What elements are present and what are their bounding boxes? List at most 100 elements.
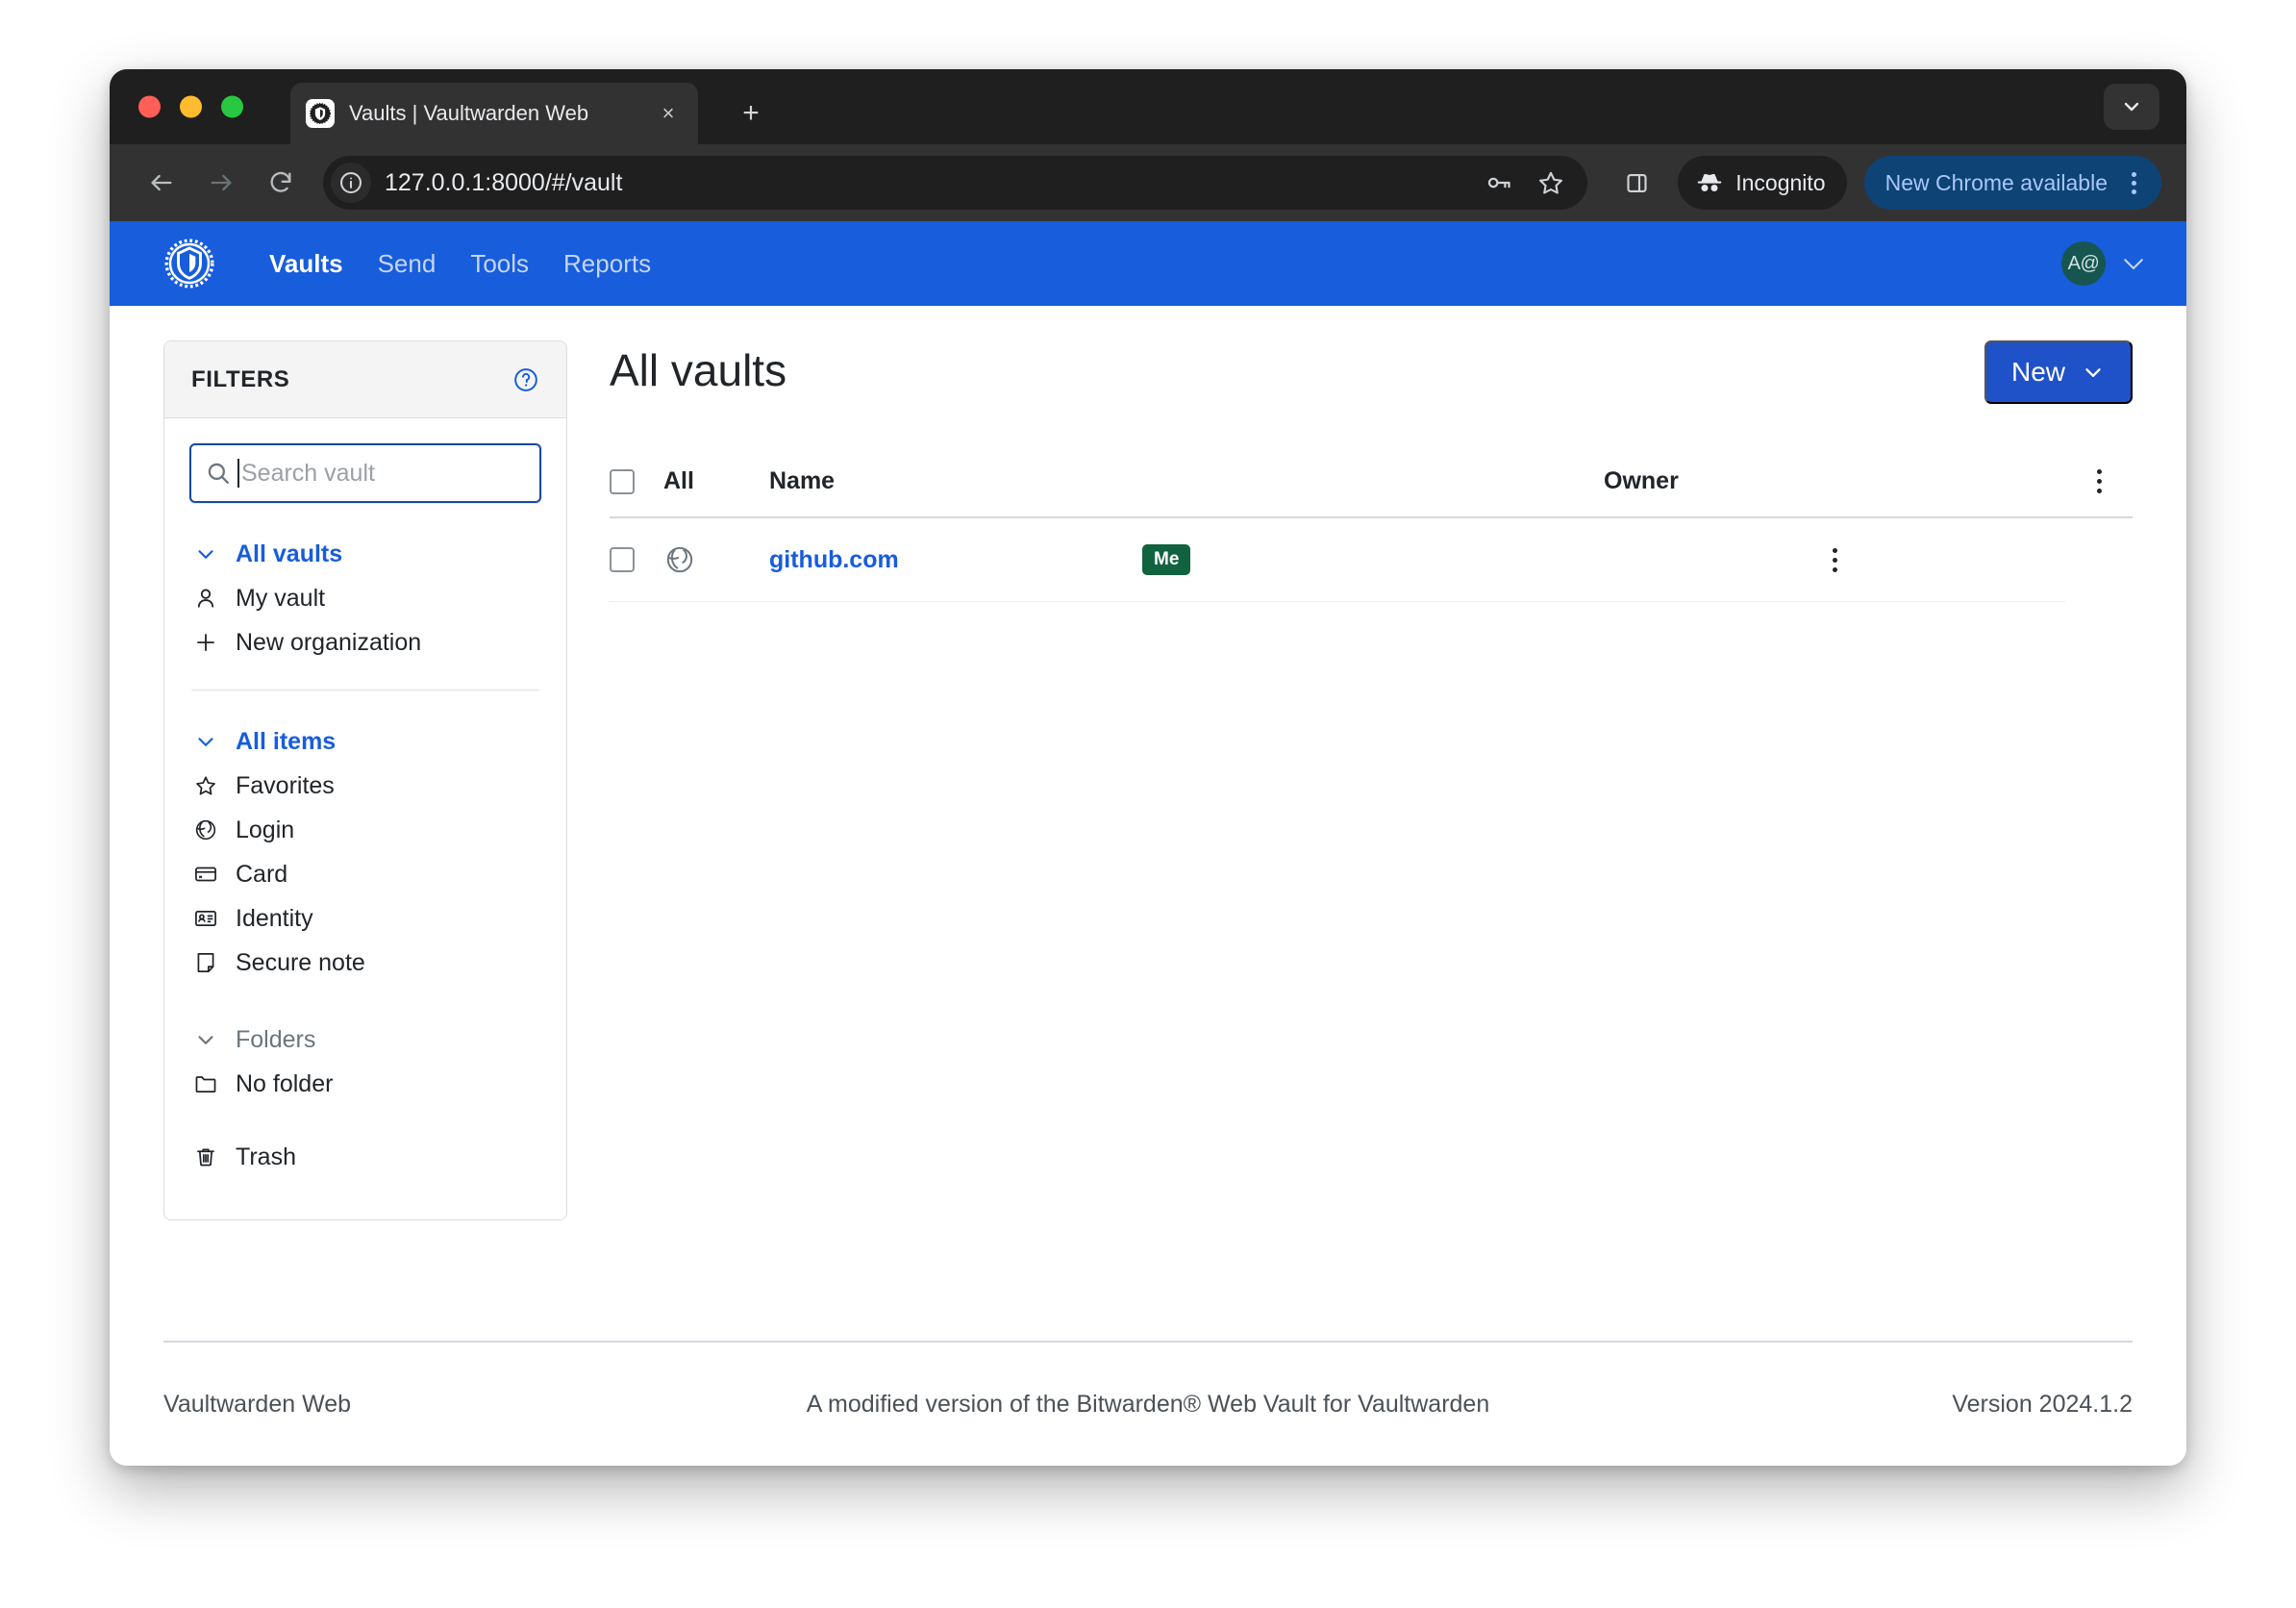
header-name-label[interactable]: Name (769, 467, 1604, 518)
window-traffic-lights (138, 95, 243, 118)
header-select-all-cell (610, 467, 663, 518)
browser-tab-title: Vaults | Vaultwarden Web (349, 101, 589, 125)
filter-label-my-vault: My vault (236, 584, 326, 612)
filter-item-favorites[interactable]: Favorites (189, 764, 541, 808)
row-type-icon-cell (663, 517, 769, 602)
app-nav-links: Vaults Send Tools Reports (252, 239, 668, 289)
row-checkbox[interactable] (610, 547, 635, 572)
incognito-hat-icon (1697, 173, 1722, 191)
incognito-indicator[interactable]: Incognito (1678, 156, 1847, 210)
chrome-update-button[interactable]: New Chrome available (1863, 156, 2161, 210)
side-panel-icon (1627, 173, 1647, 192)
footer-description: A modified version of the Bitwarden® Web… (806, 1390, 1490, 1418)
forward-button[interactable] (194, 156, 248, 210)
new-item-button[interactable]: New (1984, 340, 2133, 404)
filter-item-identity[interactable]: Identity (189, 896, 541, 941)
filter-header-all-items[interactable]: All items (189, 719, 541, 764)
close-window-dot[interactable] (138, 95, 161, 118)
card-icon (191, 862, 220, 887)
chevron-down-icon (2124, 102, 2139, 112)
help-circle-icon[interactable] (512, 366, 539, 393)
filter-item-my-vault[interactable]: My vault (189, 576, 541, 620)
back-arrow-icon (151, 174, 172, 191)
footer-version: Version 2024.1.2 (1952, 1390, 2133, 1418)
nav-link-vaults[interactable]: Vaults (252, 239, 361, 289)
zoom-window-dot[interactable] (221, 95, 243, 118)
header-options-cell (2065, 467, 2133, 518)
browser-toolbar: 127.0.0.1:8000/#/vault Incognito New Chr… (110, 144, 2186, 221)
filter-item-card[interactable]: Card (189, 852, 541, 896)
browser-window: Vaults | Vaultwarden Web × + 127.0.0.1:8… (110, 69, 2186, 1466)
status-badge: Me (1142, 544, 1191, 575)
browser-tab[interactable]: Vaults | Vaultwarden Web × (290, 83, 698, 144)
account-chevron-down-icon (2124, 259, 2143, 270)
search-icon (205, 460, 232, 487)
vault-table-body: github.com Me (610, 517, 2133, 602)
header-owner-label[interactable]: Owner (1604, 467, 2065, 518)
note-icon (191, 950, 220, 975)
nav-link-tools[interactable]: Tools (453, 239, 546, 289)
row-name-cell: github.com (769, 517, 1142, 602)
filter-label-no-folder: No folder (236, 1069, 334, 1097)
back-button[interactable] (135, 156, 188, 210)
filters-title: FILTERS (191, 365, 290, 392)
browser-tab-strip: Vaults | Vaultwarden Web × + (110, 69, 2186, 144)
reload-button[interactable] (254, 156, 308, 210)
filter-item-secure-note[interactable]: Secure note (189, 941, 541, 985)
filter-label-all-items: All items (236, 727, 337, 755)
browser-menu-kebab-icon[interactable] (2115, 162, 2152, 204)
bookmark-star-icon[interactable] (1528, 160, 1574, 206)
filter-item-login[interactable]: Login (189, 808, 541, 852)
vault-item-link-github[interactable]: github.com (769, 546, 899, 573)
filters-body: Search vault All vaults My vault New org… (164, 418, 566, 1219)
folder-icon (191, 1071, 220, 1096)
close-tab-icon[interactable]: × (652, 97, 685, 130)
page-title: All vaults (610, 345, 787, 395)
table-row[interactable]: github.com Me (610, 517, 2133, 602)
row-options-kebab-icon[interactable] (1604, 547, 2065, 572)
chevron-down-icon (2085, 368, 2101, 377)
site-info-icon[interactable] (331, 163, 371, 203)
filter-group-trash: Trash (189, 1135, 541, 1179)
chevron-down-icon (191, 1027, 220, 1052)
filter-label-trash: Trash (236, 1143, 296, 1170)
forward-arrow-icon (211, 174, 232, 191)
filter-item-trash[interactable]: Trash (189, 1135, 541, 1179)
chrome-update-label: New Chrome available (1884, 169, 2108, 195)
search-input-placeholder: Search vault (241, 459, 375, 487)
side-panel-button[interactable] (1612, 159, 1660, 207)
filter-group-folders: Folders No folder (189, 1018, 541, 1106)
minimize-window-dot[interactable] (180, 95, 202, 118)
table-options-kebab-icon[interactable] (2065, 469, 2133, 493)
new-tab-button[interactable]: + (730, 92, 772, 135)
address-bar[interactable]: 127.0.0.1:8000/#/vault (323, 156, 1588, 210)
identity-icon (191, 906, 220, 931)
vaultwarden-favicon-icon (306, 99, 335, 128)
text-cursor (237, 459, 239, 488)
globe-icon (663, 543, 769, 576)
omnibox-actions (1476, 160, 1574, 206)
filter-item-new-organization[interactable]: New organization (189, 620, 541, 665)
filter-group-vaults: All vaults My vault New organization (189, 532, 541, 665)
table-header-row: All Name Owner (610, 467, 2133, 518)
vault-table-head: All Name Owner (610, 467, 2133, 518)
header-all-label: All (663, 467, 769, 518)
reload-icon (270, 171, 291, 192)
nav-link-reports[interactable]: Reports (546, 239, 668, 289)
page-footer: Vaultwarden Web A modified version of th… (163, 1341, 2133, 1466)
filter-header-all-vaults[interactable]: All vaults (189, 532, 541, 576)
vault-items-table: All Name Owner github.com Me (610, 467, 2133, 602)
select-all-checkbox[interactable] (610, 468, 635, 494)
filter-label-identity: Identity (236, 904, 313, 932)
password-manager-key-icon[interactable] (1476, 160, 1522, 206)
vaultwarden-logo-icon[interactable] (163, 238, 215, 289)
account-menu[interactable]: A@ (2061, 241, 2148, 286)
search-vault-field[interactable]: Search vault (189, 443, 541, 503)
nav-link-send[interactable]: Send (361, 239, 454, 289)
chevron-down-icon (191, 541, 220, 566)
filter-header-folders[interactable]: Folders (189, 1018, 541, 1062)
screenshot-root: Vaults | Vaultwarden Web × + 127.0.0.1:8… (0, 0, 2296, 1608)
filter-item-no-folder[interactable]: No folder (189, 1062, 541, 1106)
tab-search-button[interactable] (2104, 84, 2159, 130)
avatar[interactable]: A@ (2061, 241, 2106, 286)
